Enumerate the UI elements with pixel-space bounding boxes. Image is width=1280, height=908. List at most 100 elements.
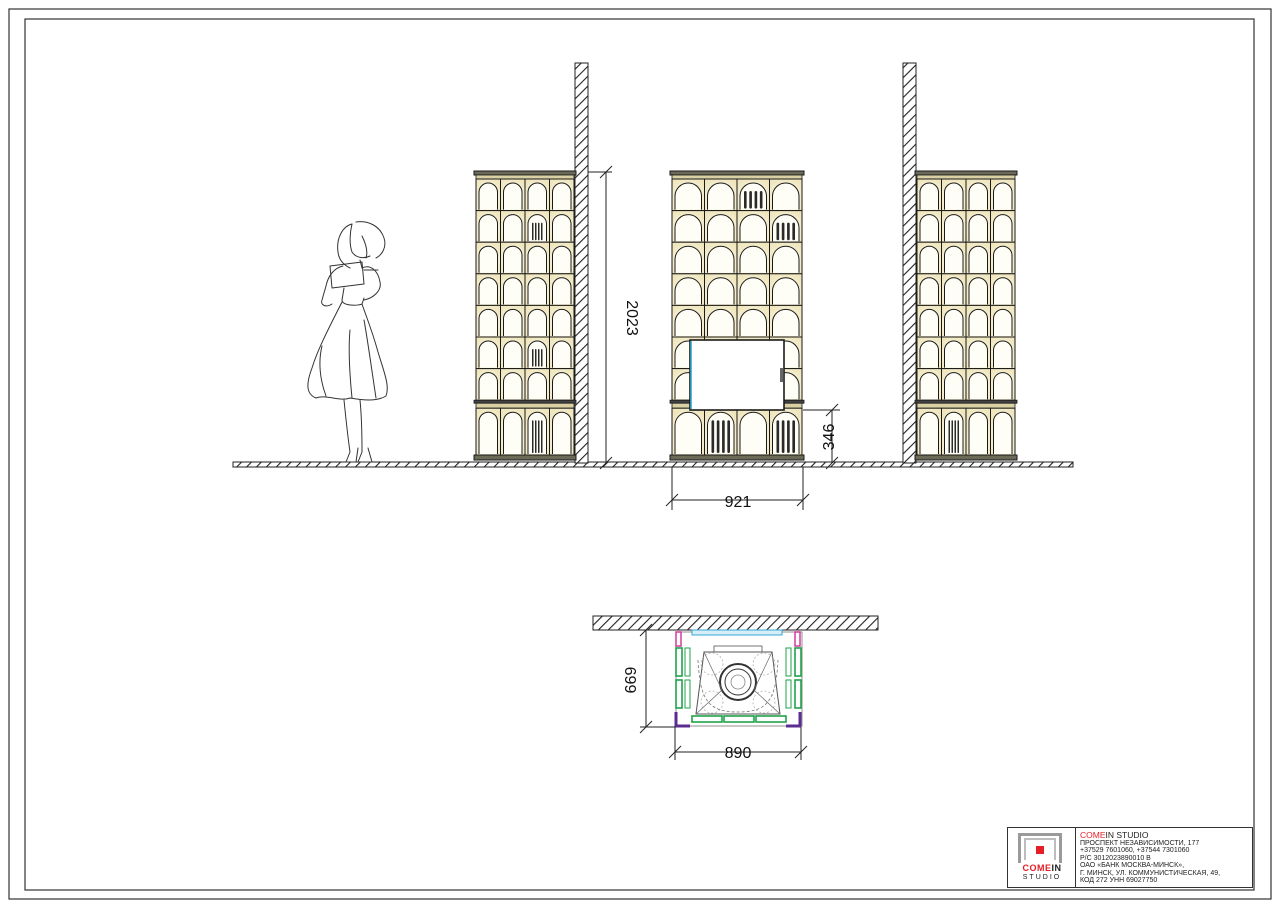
vent-slot: [781, 222, 785, 241]
vent-slot: [532, 349, 534, 367]
tile-arch: [772, 214, 800, 242]
tile-arch: [527, 214, 547, 242]
tile-arch: [503, 277, 523, 305]
tile-arch: [674, 214, 702, 242]
stove-cap: [914, 170, 1018, 176]
vent-slot: [787, 420, 790, 453]
tile-arch: [919, 372, 939, 400]
tile-arch: [919, 214, 939, 242]
tile-arch: [478, 308, 498, 336]
technical-drawing: 2023 346 921 699 890: [8, 8, 1272, 900]
tile-arch: [478, 411, 498, 454]
vent-slot: [532, 222, 534, 241]
wall-left: [574, 62, 589, 464]
tile-arch: [772, 182, 800, 210]
vent-slot: [744, 191, 747, 209]
firebox-door-handle: [780, 368, 783, 382]
tile-arch: [527, 411, 547, 454]
stove-mid-band: [473, 399, 577, 404]
vent-slot: [954, 420, 956, 453]
tile-arch: [919, 182, 939, 210]
company-name-red: COME: [1080, 831, 1106, 840]
tile-arch: [944, 245, 964, 273]
tile-arch: [503, 308, 523, 336]
tile-arch: [674, 245, 702, 273]
tile-arch: [552, 372, 572, 400]
stove-mid-band-light: [916, 402, 1016, 409]
tile-arch: [707, 214, 735, 242]
dimension-height-total-label: 2023: [623, 300, 640, 336]
tile-arch: [739, 214, 767, 242]
tile-arch: [772, 308, 800, 336]
tile-arch: [968, 411, 988, 454]
company-bank: ОАО «БАНК МОСКВА-МИНСК»,: [1080, 862, 1185, 870]
stove-plan-view: [674, 629, 803, 728]
tile-arch: [503, 372, 523, 400]
vent-slot: [541, 349, 543, 367]
stove-cap-band: [916, 174, 1016, 180]
tile-arch: [993, 214, 1013, 242]
tile-arch: [503, 214, 523, 242]
tile-arch: [919, 308, 939, 336]
tile-arch: [503, 245, 523, 273]
tile-arch: [993, 411, 1013, 454]
tile-arch: [739, 182, 767, 210]
vent-slot: [535, 420, 537, 453]
firebox-door: [689, 339, 785, 411]
tile-arch: [772, 277, 800, 305]
vent-slot: [532, 420, 534, 453]
company-address: ПРОСПЕКТ НЕЗАВИСИМОСТИ, 177: [1080, 840, 1200, 847]
tile-arch: [919, 245, 939, 273]
tile-arch: [993, 245, 1013, 273]
vent-slot: [538, 349, 540, 367]
tile-arch: [968, 182, 988, 210]
tile-arch: [503, 411, 523, 454]
tile-arch: [707, 182, 735, 210]
tile-arch: [739, 308, 767, 336]
vent-slot: [957, 420, 959, 453]
dimension-plan-width-label: 890: [725, 745, 752, 762]
tile-arch: [503, 182, 523, 210]
vent-slot: [951, 420, 953, 453]
vent-slot: [538, 420, 540, 453]
tile-arch: [527, 245, 547, 273]
tile-arch: [968, 308, 988, 336]
tile-arch: [944, 277, 964, 305]
stove-mid-band: [914, 399, 1018, 404]
plan-wall: [592, 615, 879, 631]
vent-slot: [538, 222, 540, 241]
tile-arch: [968, 277, 988, 305]
tile-arch: [707, 277, 735, 305]
vent-slot: [776, 222, 780, 241]
vent-slot: [749, 191, 752, 209]
sheet-outer-border: [8, 8, 1272, 900]
vent-slot: [787, 222, 790, 241]
tile-arch: [552, 411, 572, 454]
tile-arch: [527, 372, 547, 400]
stove-plinth: [473, 454, 577, 461]
tile-arch: [968, 372, 988, 400]
stove-plinth: [914, 454, 1018, 461]
dimension-width-elevation-label: 921: [725, 494, 752, 511]
logo-wordmark: COMEIN: [1008, 863, 1076, 873]
vent-slot: [541, 222, 543, 241]
tile-arch: [919, 340, 939, 368]
tile-arch: [674, 308, 702, 336]
stove-cap-band: [671, 174, 803, 180]
tile-arch: [944, 308, 964, 336]
tile-arch: [674, 277, 702, 305]
stove-plinth: [669, 454, 805, 461]
tile-arch: [739, 411, 767, 454]
vent-slot: [781, 420, 785, 453]
stove-cap: [473, 170, 577, 176]
plan-flue-plate: [691, 629, 783, 636]
company-codes: КОД 272 УНН 69027750: [1080, 877, 1158, 885]
tile-arch: [478, 372, 498, 400]
stove-mid-band-light: [475, 402, 575, 409]
tile-arch: [552, 245, 572, 273]
floor-hatch: [232, 461, 1074, 468]
tile-arch: [552, 277, 572, 305]
tile-arch: [552, 214, 572, 242]
tile-arch: [527, 182, 547, 210]
stove-side-view-right: [914, 170, 1018, 461]
